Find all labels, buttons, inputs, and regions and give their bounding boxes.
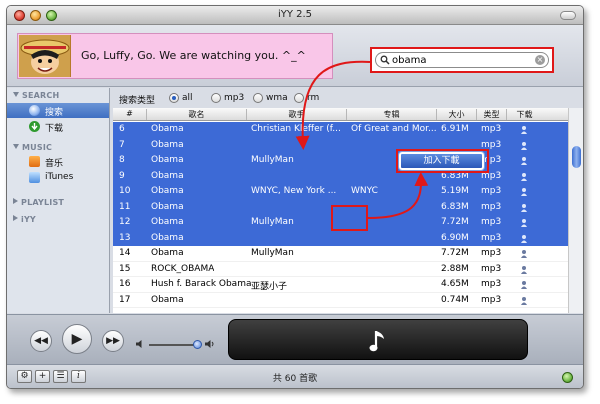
volume-slider[interactable]	[149, 344, 197, 346]
status-bar: ⚙ + ☰ i 共 60 首歌	[7, 364, 583, 388]
arrow-search-to-results	[295, 60, 371, 150]
volume-high-icon	[205, 340, 214, 348]
status-indicator-icon	[562, 372, 573, 383]
playback-controls: ◀◀ ▶ ▶▶	[7, 314, 583, 364]
music-note-icon	[369, 331, 384, 352]
volume-knob[interactable]	[193, 340, 202, 349]
previous-track-button[interactable]: ◀◀	[30, 330, 52, 352]
next-track-button[interactable]: ▶▶	[102, 330, 124, 352]
song-count-status: 共 60 首歌	[272, 374, 318, 384]
app-window: iYY 2.5 Go, Luffy, Go. We are watching y…	[6, 5, 584, 389]
arrow-row-to-popup	[367, 172, 429, 219]
volume-low-icon	[136, 340, 142, 348]
play-button[interactable]: ▶	[62, 324, 92, 354]
lcd-display	[228, 319, 528, 360]
